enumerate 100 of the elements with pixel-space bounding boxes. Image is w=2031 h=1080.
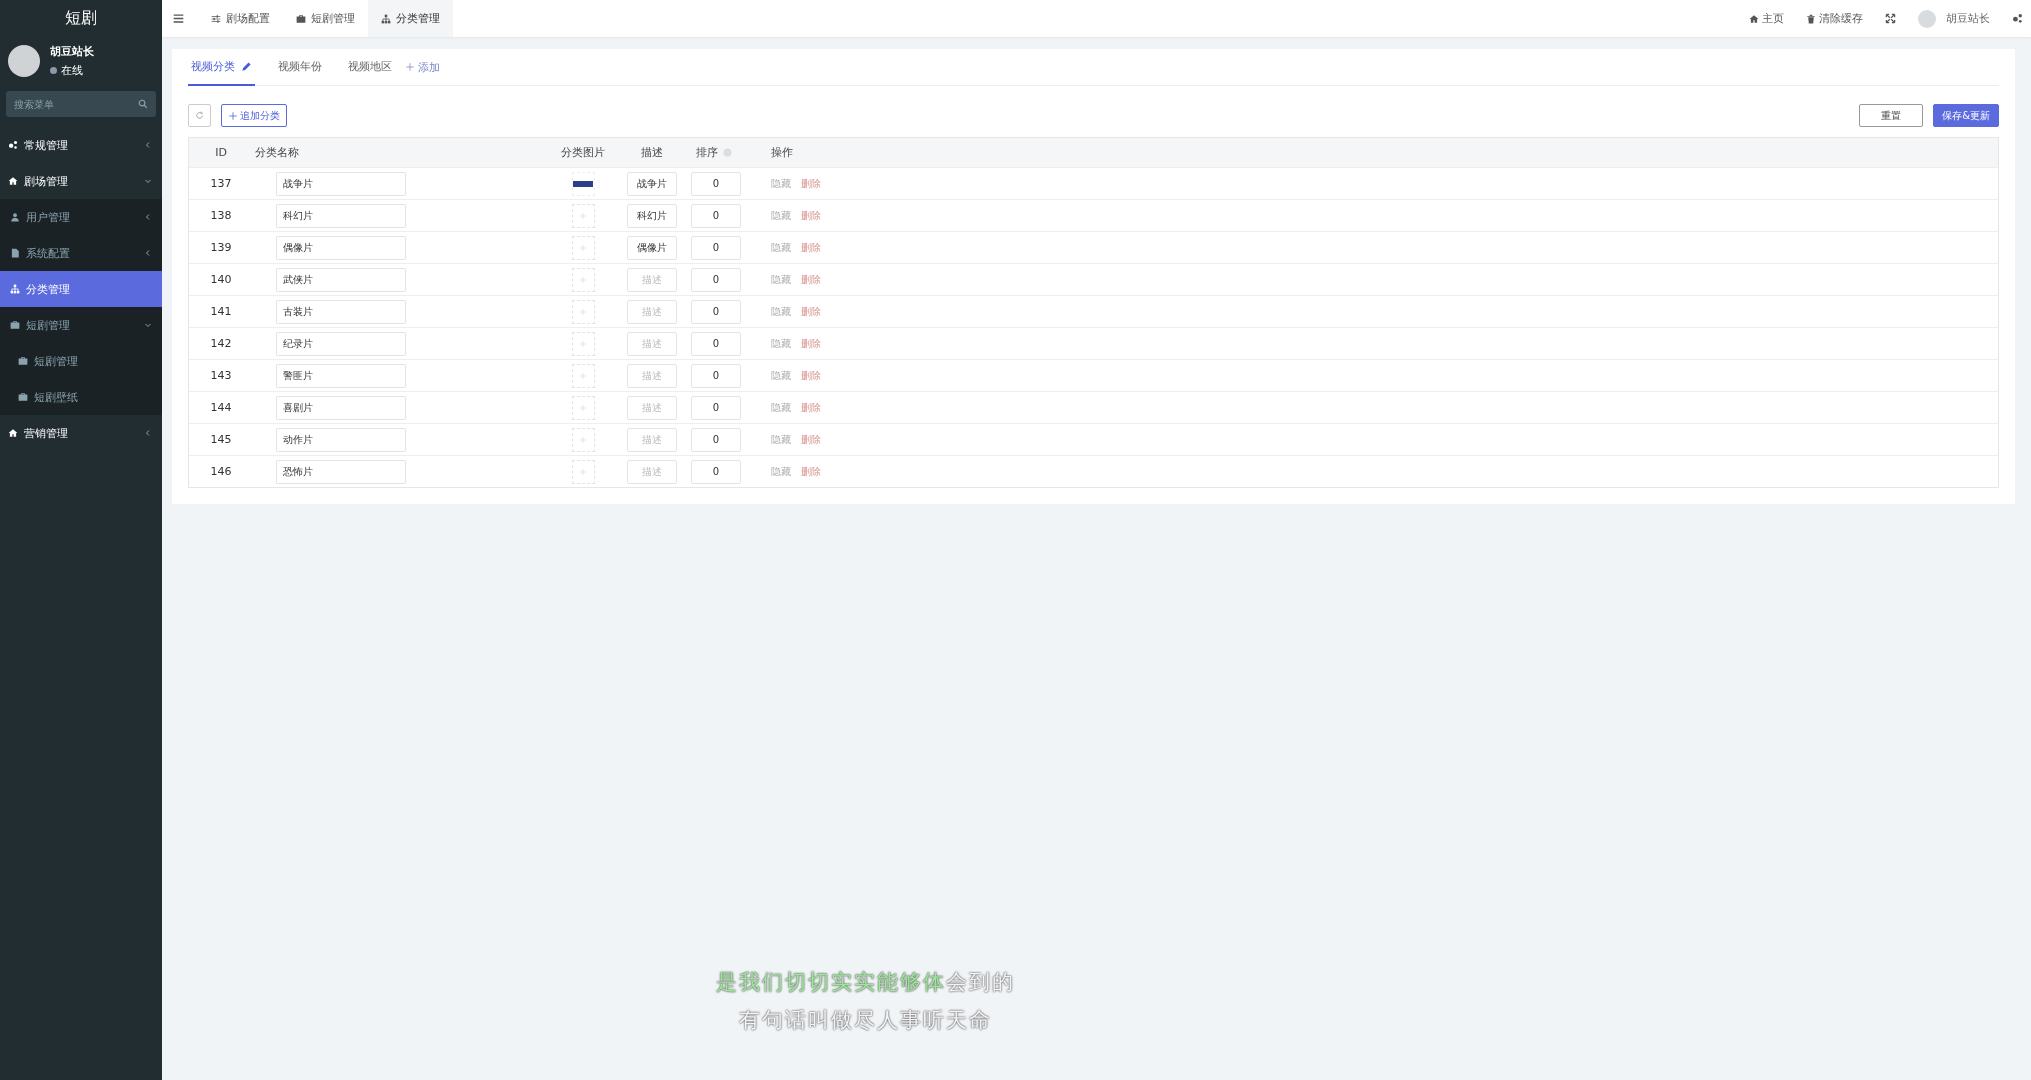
- menu-item[interactable]: 系统配置: [0, 235, 162, 271]
- home-icon: [1749, 13, 1759, 24]
- description-field[interactable]: 战争片: [627, 171, 677, 196]
- sort-field[interactable]: 0: [691, 171, 741, 196]
- name-field[interactable]: 纪录片: [276, 331, 406, 356]
- sitemap-icon: [10, 284, 20, 294]
- chevron-down-icon: [144, 177, 152, 185]
- name-field[interactable]: 战争片: [276, 171, 406, 196]
- sort-field[interactable]: 0: [691, 235, 741, 260]
- avatar: [8, 45, 40, 77]
- add-category-button[interactable]: 追加分类: [221, 104, 287, 127]
- chevron-down-icon: [144, 321, 152, 329]
- name-field[interactable]: 武侠片: [276, 267, 406, 292]
- sort-field[interactable]: 0: [691, 459, 741, 484]
- reset-button[interactable]: 重置: [1859, 104, 1924, 127]
- description-field[interactable]: 描述: [627, 395, 677, 420]
- nav-link[interactable]: 主页: [1749, 11, 1784, 26]
- briefcase-icon: [10, 320, 20, 330]
- status-dot: [50, 67, 57, 74]
- search-icon: [138, 99, 148, 109]
- image-upload[interactable]: [571, 363, 595, 388]
- home-icon: [8, 176, 18, 186]
- category-tab[interactable]: 视频年份: [275, 48, 325, 86]
- plus-icon: [405, 62, 415, 72]
- user-name[interactable]: 胡豆站长: [1946, 11, 1990, 26]
- description-field[interactable]: 描述: [627, 299, 677, 324]
- table-cell: 144: [210, 401, 232, 414]
- chevron-left-icon: [144, 429, 152, 437]
- name-field[interactable]: 科幻片: [276, 203, 406, 228]
- chevron-left-icon: [144, 213, 152, 221]
- image-upload[interactable]: [571, 331, 595, 356]
- menu-item[interactable]: 分类管理: [0, 271, 162, 307]
- description-field[interactable]: 描述: [627, 427, 677, 452]
- briefcase-icon: [18, 392, 28, 402]
- search-field[interactable]: 搜索菜单: [6, 91, 156, 117]
- sort-field[interactable]: 0: [691, 203, 741, 228]
- column-header: 分类名称: [255, 145, 299, 160]
- settings-icon[interactable]: [2012, 13, 2023, 24]
- category-tab[interactable]: 视频分类: [188, 48, 255, 86]
- save-button[interactable]: 保存&更新: [1933, 104, 1999, 127]
- refresh-icon: [195, 111, 204, 120]
- subtitle-text: 是我们切切实实能够体会到的: [714, 969, 1016, 996]
- table-cell: 137: [210, 177, 232, 190]
- column-header: 描述: [641, 145, 663, 160]
- avatar: [1918, 9, 1936, 28]
- pencil-icon: [241, 60, 252, 72]
- sort-field[interactable]: 0: [691, 267, 741, 292]
- fullscreen-icon[interactable]: [1885, 13, 1896, 24]
- menu-item[interactable]: 短剧壁纸: [0, 379, 162, 415]
- name-field[interactable]: 动作片: [276, 427, 406, 452]
- name-field[interactable]: 偶像片: [276, 235, 406, 260]
- menu-item[interactable]: 短剧管理: [0, 343, 162, 379]
- image-upload[interactable]: [571, 299, 595, 324]
- table-cell: 139: [210, 241, 232, 254]
- add-tab-link[interactable]: 添加: [405, 59, 440, 75]
- name-field[interactable]: 喜剧片: [276, 395, 406, 420]
- menu-item[interactable]: 用户管理: [0, 199, 162, 235]
- sort-field[interactable]: 0: [691, 395, 741, 420]
- page-tab[interactable]: 分类管理: [368, 0, 453, 37]
- description-field[interactable]: 描述: [627, 363, 677, 388]
- briefcase-icon: [18, 356, 28, 366]
- image-upload[interactable]: [571, 395, 595, 420]
- name-field[interactable]: 恐怖片: [276, 459, 406, 484]
- column-header: 操作: [771, 145, 793, 160]
- category-tab[interactable]: 视频地区: [345, 48, 395, 86]
- menu-item[interactable]: 短剧管理: [0, 307, 162, 343]
- image-upload[interactable]: [571, 459, 595, 484]
- refresh-button[interactable]: [188, 104, 211, 127]
- description-field[interactable]: 描述: [627, 267, 677, 292]
- page-tab[interactable]: 短剧管理: [283, 0, 368, 37]
- description-field[interactable]: 偶像片: [627, 235, 677, 260]
- table-cell: 146: [210, 465, 232, 478]
- description-field[interactable]: 描述: [627, 459, 677, 484]
- sitemap-icon: [381, 13, 391, 24]
- thumbnail-image[interactable]: [571, 171, 595, 196]
- page-tab[interactable]: 剧场配置: [198, 0, 283, 37]
- table-cell: 138: [210, 209, 232, 222]
- description-field[interactable]: 科幻片: [627, 203, 677, 228]
- column-header: ID: [215, 146, 227, 159]
- image-upload[interactable]: [571, 267, 595, 292]
- sort-field[interactable]: 0: [691, 331, 741, 356]
- name-field[interactable]: 警匪片: [276, 363, 406, 388]
- image-upload[interactable]: [571, 203, 595, 228]
- sort-field[interactable]: 0: [691, 299, 741, 324]
- menu-item[interactable]: 剧场管理: [0, 163, 162, 199]
- sort-field[interactable]: 0: [691, 363, 741, 388]
- chevron-left-icon: [144, 249, 152, 257]
- description-field[interactable]: 描述: [627, 331, 677, 356]
- name-field[interactable]: 古装片: [276, 299, 406, 324]
- image-upload[interactable]: [571, 235, 595, 260]
- sliders-icon: [211, 13, 221, 24]
- menu-item[interactable]: 常规管理: [0, 127, 162, 163]
- nav-link[interactable]: 清除缓存: [1806, 11, 1863, 26]
- table-cell: 140: [210, 273, 232, 286]
- image-upload[interactable]: [571, 427, 595, 452]
- menu-item[interactable]: 营销管理: [0, 415, 162, 451]
- menu-icon: [173, 13, 184, 24]
- table-cell: 142: [210, 337, 232, 350]
- chevron-left-icon: [144, 141, 152, 149]
- sort-field[interactable]: 0: [691, 427, 741, 452]
